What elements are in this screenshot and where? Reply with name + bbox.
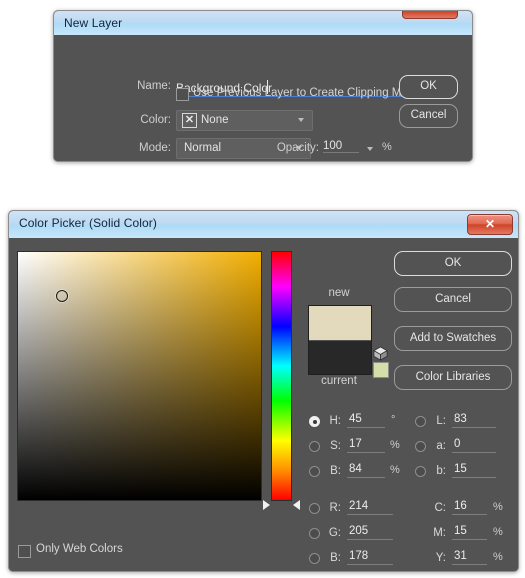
lab-a-input[interactable]: 0 (452, 438, 496, 453)
layer-color-select[interactable]: ✕ None (176, 110, 313, 131)
new-layer-title: New Layer (64, 16, 123, 30)
lab-a-label: a: (436, 440, 446, 452)
blue-input[interactable]: 178 (347, 550, 393, 565)
magenta-unit: % (493, 526, 503, 538)
rgb-green-radio[interactable] (309, 528, 320, 539)
color-preview-swatches[interactable] (308, 305, 372, 375)
none-color-icon: ✕ (182, 113, 197, 128)
color-label: Color: (140, 114, 171, 126)
close-icon[interactable]: ✕ (467, 214, 513, 235)
color-picker-titlebar[interactable]: Color Picker (Solid Color) ✕ (9, 211, 518, 239)
color-picker-ok-button[interactable]: OK (394, 251, 512, 276)
color-field-marker-icon[interactable] (56, 290, 68, 302)
color-picker-cancel-button[interactable]: Cancel (394, 287, 512, 312)
hue-slider-left-arrow-icon[interactable] (263, 500, 270, 510)
current-color-label: current (321, 375, 357, 387)
new-layer-titlebar[interactable]: New Layer (54, 11, 472, 36)
hsb-hue-radio[interactable] (309, 416, 320, 427)
red-label: R: (329, 502, 342, 514)
lab-l-input[interactable]: 83 (452, 413, 496, 428)
opacity-unit: % (382, 141, 392, 153)
clipping-mask-checkbox[interactable] (176, 88, 189, 101)
saturation-input[interactable]: 17 (347, 438, 385, 453)
add-to-swatches-button[interactable]: Add to Swatches (394, 326, 512, 351)
lab-b-radio[interactable] (415, 466, 426, 477)
hue-slider[interactable] (271, 251, 292, 501)
opacity-input[interactable]: 100 (323, 140, 359, 153)
saturation-unit: % (390, 439, 400, 451)
new-layer-body: Name: Use Previous Layer to Create Clipp… (54, 35, 472, 161)
color-field-brightness-gradient (18, 252, 261, 500)
only-web-colors-checkbox[interactable] (18, 545, 31, 558)
screen: New Layer Name: Use Previous Layer to Cr… (0, 0, 525, 578)
clipping-mask-label: Use Previous Layer to Create Clipping Ma… (193, 87, 420, 99)
only-web-colors-label: Only Web Colors (36, 543, 123, 555)
rgb-red-radio[interactable] (309, 503, 320, 514)
saturation-label: S: (330, 440, 341, 452)
brightness-label: B: (330, 465, 341, 477)
cyan-label: C: (434, 502, 447, 514)
name-label: Name: (137, 80, 171, 92)
color-field[interactable] (17, 251, 262, 501)
color-picker-dialog: Color Picker (Solid Color) ✕ new current (8, 210, 519, 572)
hue-unit: ° (391, 414, 396, 426)
new-color-label: new (328, 287, 350, 299)
cyan-unit: % (493, 501, 503, 513)
magenta-input[interactable]: 15 (452, 525, 487, 540)
blend-mode-value: Normal (184, 142, 222, 154)
opacity-chevron-down-icon[interactable] (367, 147, 374, 151)
yellow-label: Y: (435, 552, 446, 564)
current-color-swatch[interactable] (309, 341, 371, 374)
mode-label: Mode: (139, 142, 171, 154)
opacity-label: Opacity: (276, 142, 319, 154)
color-picker-title: Color Picker (Solid Color) (19, 216, 157, 230)
new-color-swatch[interactable] (309, 306, 371, 340)
blue-label: B: (330, 552, 341, 564)
new-layer-cancel-button[interactable]: Cancel (399, 104, 458, 128)
lab-lightness-radio[interactable] (415, 416, 426, 427)
new-layer-dialog: New Layer Name: Use Previous Layer to Cr… (53, 10, 473, 162)
yellow-unit: % (493, 551, 503, 563)
brightness-unit: % (390, 464, 400, 476)
layer-color-value: None (201, 114, 229, 126)
lab-a-radio[interactable] (415, 441, 426, 452)
yellow-input[interactable]: 31 (452, 550, 487, 565)
cyan-input[interactable]: 16 (452, 500, 487, 515)
cube-icon[interactable] (373, 346, 388, 361)
hsb-brightness-radio[interactable] (309, 466, 320, 477)
green-input[interactable]: 205 (347, 525, 393, 540)
red-input[interactable]: 214 (347, 500, 393, 515)
color-picker-body: new current OK Cancel Add to Swatches Co… (9, 238, 518, 571)
lab-l-label: L: (436, 415, 446, 427)
hue-label: H: (329, 415, 342, 427)
green-label: G: (328, 527, 341, 539)
lab-b-input[interactable]: 15 (452, 463, 496, 478)
brightness-input[interactable]: 84 (347, 463, 385, 478)
web-safe-color-swatch[interactable] (373, 362, 389, 378)
chevron-down-icon (298, 118, 305, 122)
color-libraries-button[interactable]: Color Libraries (394, 365, 512, 390)
hue-slider-right-arrow-icon[interactable] (293, 500, 300, 510)
rgb-blue-radio[interactable] (309, 553, 320, 564)
hsb-saturation-radio[interactable] (309, 441, 320, 452)
lab-b-label: b: (436, 465, 446, 477)
close-icon[interactable] (402, 11, 458, 19)
magenta-label: M: (433, 527, 446, 539)
new-layer-ok-button[interactable]: OK (399, 75, 458, 99)
hue-input[interactable]: 45 (347, 413, 385, 428)
